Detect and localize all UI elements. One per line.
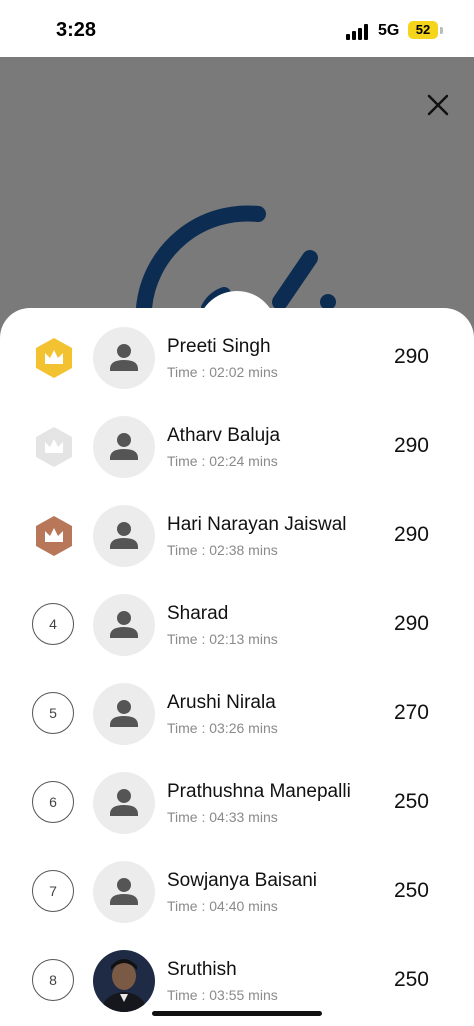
crown-icon — [36, 516, 72, 556]
player-score: 290 — [393, 345, 429, 368]
person-icon — [110, 700, 138, 727]
leaderboard-row-7[interactable]: 7 Sowjanya Baisani Time : 04:40 mins 250 — [0, 848, 474, 936]
player-time: Time : 02:38 mins — [167, 542, 278, 558]
leaderboard-row-4[interactable]: 4 Sharad Time : 02:13 mins 290 — [0, 581, 474, 669]
player-time: Time : 02:24 mins — [167, 453, 278, 469]
profile-photo — [93, 950, 155, 1012]
rank-number: 7 — [32, 870, 74, 912]
player-name: Sowjanya Baisani — [167, 870, 317, 891]
rank-badge — [32, 336, 76, 380]
rank-number: 6 — [32, 781, 74, 823]
player-name: Preeti Singh — [167, 336, 271, 357]
player-score: 250 — [393, 968, 429, 991]
avatar — [93, 327, 155, 389]
rank-number: 4 — [32, 603, 74, 645]
avatar — [93, 594, 155, 656]
leaderboard-row-5[interactable]: 5 Arushi Nirala Time : 03:26 mins 270 — [0, 670, 474, 758]
avatar — [93, 861, 155, 923]
home-indicator — [152, 1011, 322, 1016]
person-icon — [110, 344, 138, 371]
rank-number: 8 — [32, 959, 74, 1001]
player-time: Time : 04:33 mins — [167, 809, 278, 825]
player-score: 250 — [393, 790, 429, 813]
rank-badge: 7 — [32, 870, 76, 914]
close-icon[interactable] — [423, 90, 453, 120]
status-bar: 3:28 5G 52 — [0, 0, 474, 57]
player-name: Hari Narayan Jaiswal — [167, 514, 347, 535]
crown-icon — [36, 338, 72, 378]
player-time: Time : 04:40 mins — [167, 898, 278, 914]
avatar — [93, 416, 155, 478]
avatar — [93, 505, 155, 567]
battery-tip — [440, 27, 443, 34]
person-icon — [110, 789, 138, 816]
leaderboard-row-2[interactable]: Atharv Baluja Time : 02:24 mins 290 — [0, 403, 474, 491]
player-name: Atharv Baluja — [167, 425, 281, 446]
player-time: Time : 02:13 mins — [167, 631, 278, 647]
avatar — [93, 772, 155, 834]
rank-badge — [32, 425, 76, 469]
status-time: 3:28 — [56, 19, 97, 41]
crown-icon — [36, 427, 72, 467]
player-score: 250 — [393, 879, 429, 902]
person-icon — [110, 433, 138, 460]
player-score: 290 — [393, 523, 429, 546]
network-label: 5G — [378, 22, 400, 39]
leaderboard-row-3[interactable]: Hari Narayan Jaiswal Time : 02:38 mins 2… — [0, 492, 474, 580]
signal-icon — [346, 24, 372, 40]
battery-icon: 52 — [408, 21, 438, 39]
leaderboard-row-6[interactable]: 6 Prathushna Manepalli Time : 04:33 mins… — [0, 759, 474, 847]
player-time: Time : 02:02 mins — [167, 364, 278, 380]
person-icon — [110, 878, 138, 905]
player-time: Time : 03:55 mins — [167, 987, 278, 1003]
player-name: Prathushna Manepalli — [167, 781, 351, 802]
player-name: Arushi Nirala — [167, 692, 276, 713]
leaderboard-sheet: Preeti Singh Time : 02:02 mins 290 Athar… — [0, 308, 474, 1026]
person-icon — [110, 611, 138, 638]
rank-badge: 8 — [32, 959, 76, 1003]
person-icon — [110, 522, 138, 549]
rank-badge: 6 — [32, 781, 76, 825]
rank-number: 5 — [32, 692, 74, 734]
player-score: 290 — [393, 612, 429, 635]
player-time: Time : 03:26 mins — [167, 720, 278, 736]
player-score: 270 — [393, 701, 429, 724]
avatar — [93, 683, 155, 745]
rank-badge: 5 — [32, 692, 76, 736]
rank-badge: 4 — [32, 603, 76, 647]
avatar — [93, 950, 155, 1012]
rank-badge — [32, 514, 76, 558]
player-name: Sruthish — [167, 959, 237, 980]
player-score: 290 — [393, 434, 429, 457]
player-name: Sharad — [167, 603, 229, 624]
